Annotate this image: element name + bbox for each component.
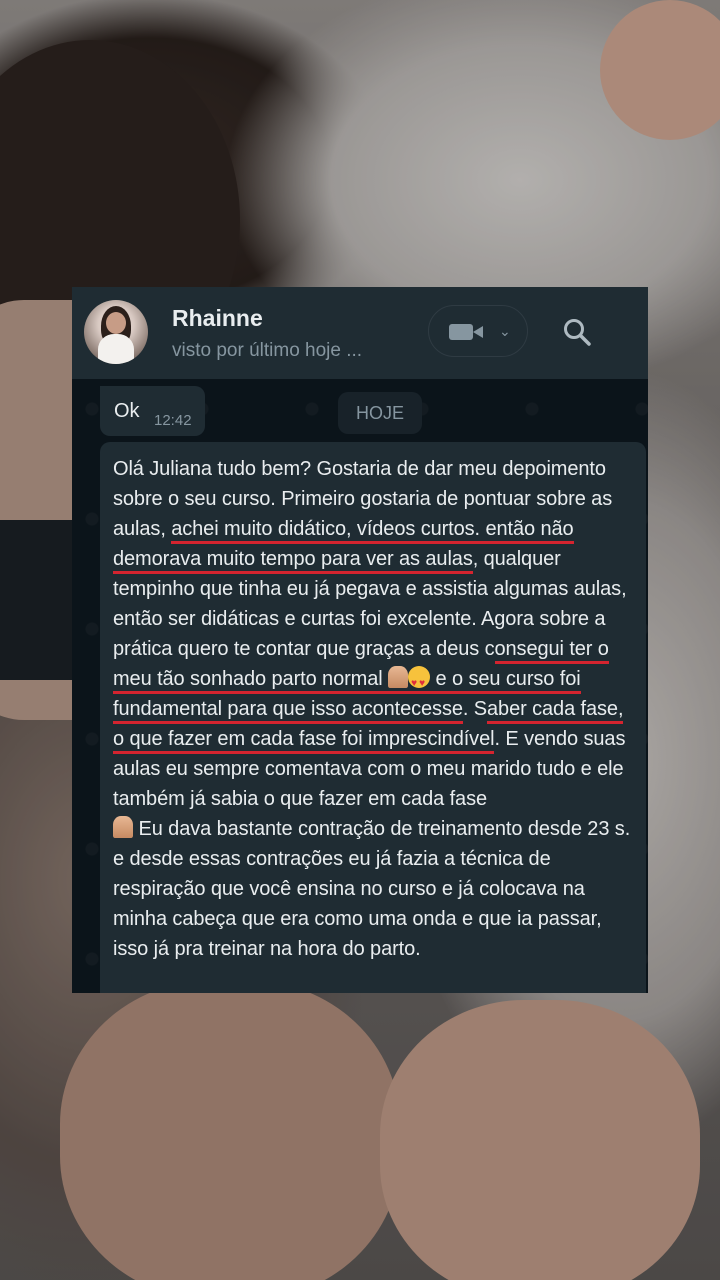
contact-status: visto por último hoje ... [172, 340, 363, 361]
praying-hands-emoji-icon [388, 666, 409, 688]
contact-name[interactable]: Rhainne [172, 305, 263, 332]
message-bubble-ok[interactable]: Ok 12:42 [100, 386, 205, 436]
search-icon[interactable] [562, 317, 592, 347]
message-time: 12:42 [154, 412, 192, 429]
message-bubble-testimonial[interactable]: Olá Juliana tudo bem? Gostaria de dar me… [100, 442, 646, 993]
text-segment: Eu dava bastante contração de treinament… [113, 818, 631, 960]
video-call-button[interactable]: ⌄ [428, 305, 528, 357]
whatsapp-chat-window: Rhainne visto por último hoje ... ⌄ Ok 1… [72, 287, 648, 993]
avatar-face [106, 312, 126, 334]
video-camera-icon [449, 324, 473, 340]
chat-header: Rhainne visto por último hoje ... ⌄ [72, 287, 648, 379]
message-text: Olá Juliana tudo bem? Gostaria de dar me… [113, 454, 635, 964]
avatar[interactable] [84, 300, 148, 364]
heart-eyes-emoji-icon [408, 666, 431, 699]
underlined-segment [382, 666, 436, 699]
praying-hands-emoji-icon [113, 816, 133, 838]
message-list: Ok 12:42 HOJE Olá Juliana tudo bem? Gost… [72, 379, 648, 993]
message-text: Ok [114, 400, 140, 422]
avatar-dress [98, 334, 134, 364]
text-segment: . S [462, 698, 488, 720]
video-camera-lens [473, 326, 483, 338]
date-separator: HOJE [338, 392, 422, 434]
chevron-down-icon: ⌄ [499, 323, 511, 339]
